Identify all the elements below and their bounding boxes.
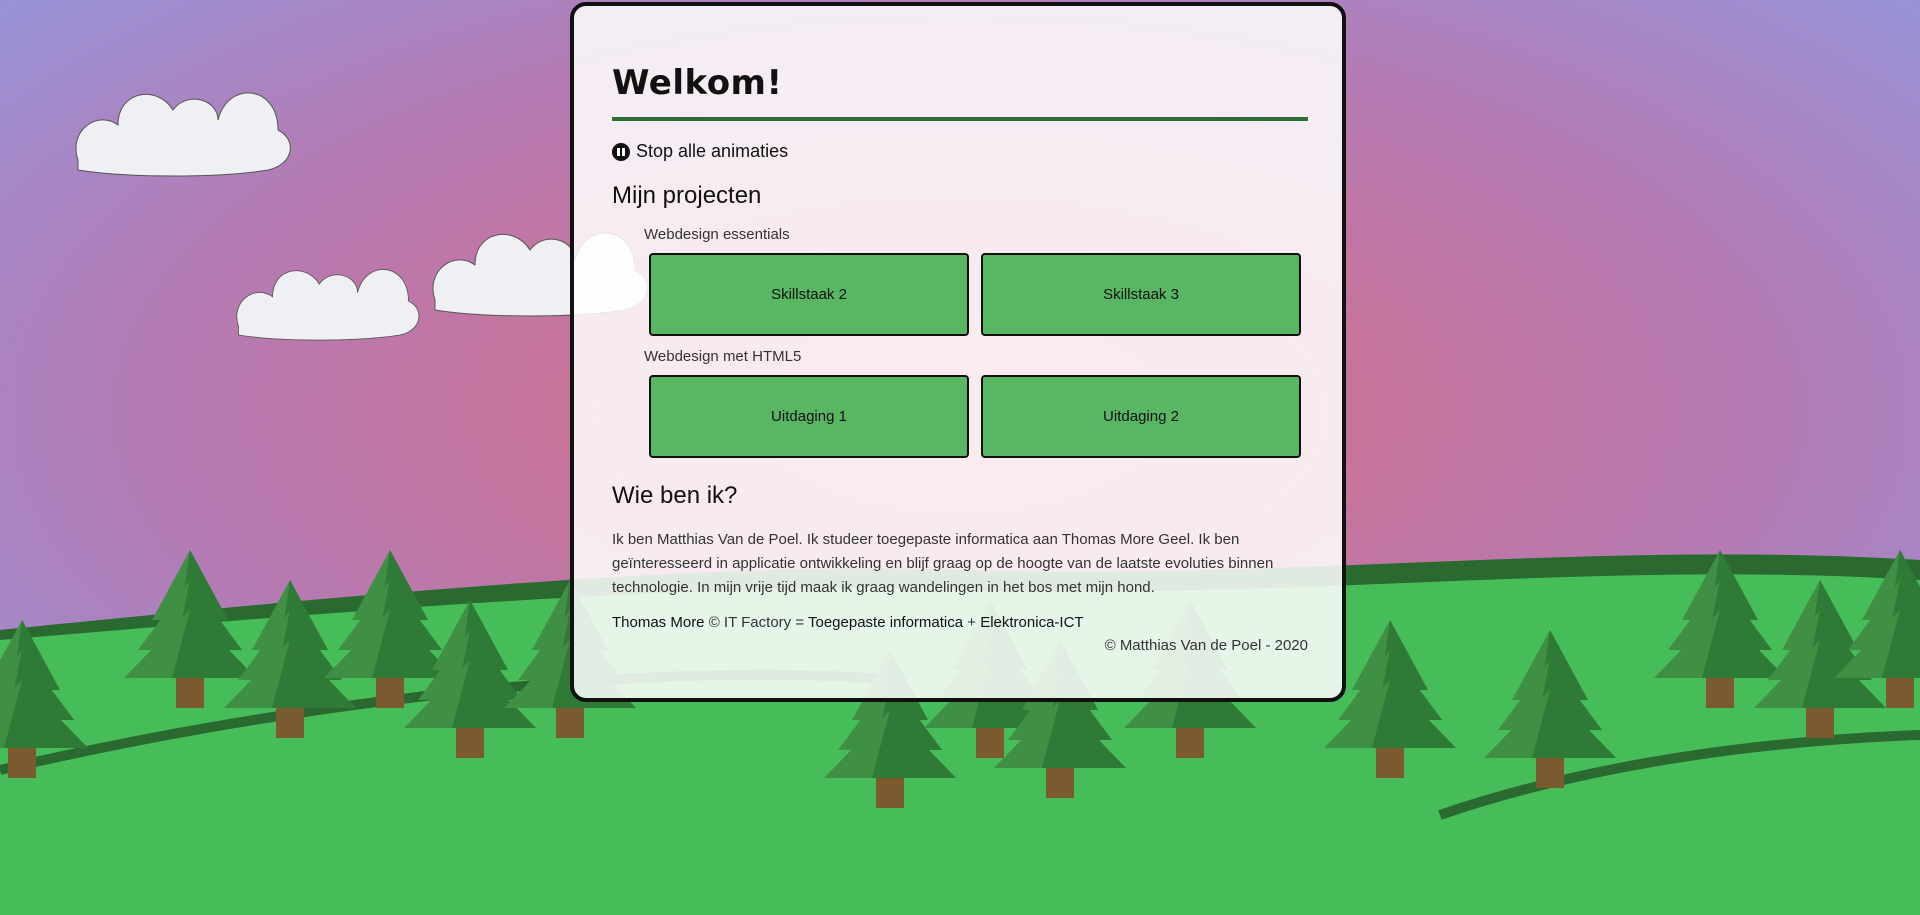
project-group-label: Webdesign essentials (644, 226, 790, 243)
project-tile-uitdaging-1[interactable]: Uitdaging 1 (649, 375, 969, 458)
credits-line: Thomas More © IT Factory = Toegepaste in… (612, 614, 1302, 631)
stop-animations-label: Stop alle animaties (636, 141, 789, 161)
credits-middle-text: © IT Factory = (708, 614, 805, 631)
thomas-more-link[interactable]: Thomas More (612, 614, 705, 631)
project-tile-uitdaging-2[interactable]: Uitdaging 2 (981, 375, 1301, 458)
project-group-tiles: Skillstaak 2 Skillstaak 3 (649, 253, 1302, 336)
about-paragraph: Ik ben Matthias Van de Poel. Ik studeer … (612, 531, 1274, 596)
elektronica-ict-link[interactable]: Elektronica-ICT (980, 614, 1083, 631)
pause-circle-icon (612, 142, 630, 161)
welcome-card: Welkom! Stop alle animaties Mijn project… (570, 2, 1346, 702)
credits-plus: + (967, 614, 977, 631)
copyright-notice: © Matthias Van de Poel - 2020 (1104, 637, 1308, 654)
page-title: Welkom! (612, 63, 783, 103)
stop-animations-button[interactable]: Stop alle animaties (612, 141, 788, 162)
project-group-label: Webdesign met HTML5 (644, 348, 802, 365)
project-tile-label: Uitdaging 1 (771, 408, 847, 425)
project-tile-skillstaak-3[interactable]: Skillstaak 3 (981, 253, 1301, 336)
projects-heading: Mijn projecten (612, 182, 762, 209)
project-tile-label: Skillstaak 2 (771, 286, 847, 303)
project-tile-label: Skillstaak 3 (1103, 286, 1179, 303)
title-divider (612, 117, 1308, 121)
about-heading: Wie ben ik? (612, 482, 738, 509)
toegepaste-informatica-link[interactable]: Toegepaste informatica (808, 614, 963, 631)
project-group-tiles: Uitdaging 1 Uitdaging 2 (649, 375, 1302, 458)
project-tile-label: Uitdaging 2 (1103, 408, 1179, 425)
project-tile-skillstaak-2[interactable]: Skillstaak 2 (649, 253, 969, 336)
